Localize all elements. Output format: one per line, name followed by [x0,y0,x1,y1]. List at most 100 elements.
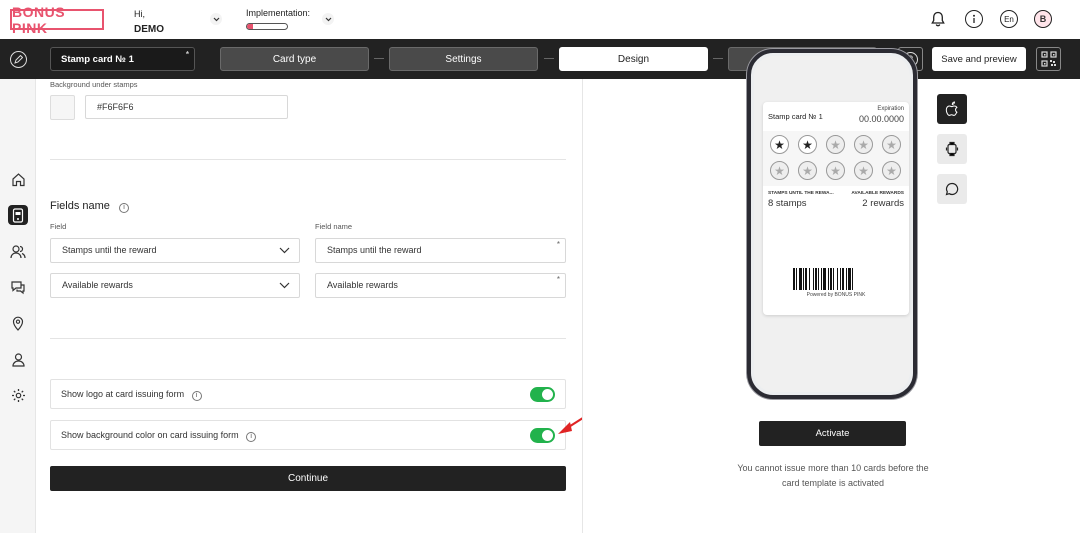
step-divider [544,58,554,59]
clients-icon[interactable] [8,241,28,261]
required-mark: * [556,275,560,284]
option-show-logo-label: Show logo at card issuing form i [61,389,202,401]
option-label-text: Show background color on card issuing fo… [61,430,239,440]
android-preview-button[interactable] [937,134,967,164]
bg-under-stamps-label: Background under stamps [50,80,138,89]
field-name-value: Stamps until the reward [327,245,422,255]
language-selector[interactable]: En [1000,10,1018,28]
implementation-progress-bar [246,23,288,30]
field2-value: 2 rewards [862,198,904,209]
card-name-value: Stamp card № 1 [61,54,134,65]
user-greeting: Hi, DEMO [134,8,164,36]
column-field-name-label: Field name [315,222,353,231]
tab-design[interactable]: Design [559,47,708,71]
bg-color-value: #F6F6F6 [97,102,134,112]
user-name: DEMO [134,24,164,35]
continue-button[interactable]: Continue [50,466,566,491]
apple-icon [945,101,958,116]
step-nav-bar: Stamp card № 1 * Card type Settings Desi… [0,39,1080,79]
step-divider [374,58,384,59]
implementation-label: Implementation: [246,8,311,18]
option-show-bg-color: Show background color on card issuing fo… [50,420,566,450]
stamp-filled-icon: ★ [798,135,817,154]
field1-value: 8 stamps [768,198,807,209]
info-icon[interactable]: i [246,431,257,442]
loyalty-cards-icon[interactable] [8,205,28,225]
chat-bubble-icon [945,182,959,196]
field-select-stamps[interactable]: Stamps until the reward [50,238,300,263]
activate-button[interactable]: Activate [759,421,906,446]
expiration-label: Expiration [877,106,904,112]
info-icon[interactable] [965,10,983,28]
expiration-value: 00.00.0000 [858,114,904,124]
stamp-empty-icon: ★ [826,161,845,180]
user-menu-chevron-icon[interactable] [210,13,222,25]
activation-note: You cannot issue more than 10 cards befo… [737,463,929,488]
chevron-down-icon [279,281,290,291]
card-name-input[interactable]: Stamp card № 1 * [50,47,195,71]
card-title: Stamp card № 1 [768,112,823,121]
stamp-empty-icon: ★ [882,135,901,154]
bg-color-input[interactable]: #F6F6F6 [85,95,288,119]
field-select-rewards[interactable]: Available rewards [50,273,300,298]
divider [50,338,566,339]
stamp-empty-icon: ★ [826,135,845,154]
powered-by-text: Powered by BONUS PINK [806,292,866,298]
required-mark: * [185,50,189,59]
info-icon[interactable]: i [191,390,202,401]
phone-screen: Stamp card № 1 Expiration 00.00.0000 ★ ★ ★… [754,56,910,392]
save-and-preview-button[interactable]: Save and preview [932,47,1026,71]
stamp-filled-icon: ★ [770,135,789,154]
implementation-status: Implementation: [246,8,311,30]
option-show-bg-color-label: Show background color on card issuing fo… [61,430,257,442]
card-preview-panel: Stamp card № 1 Expiration 00.00.0000 ★ ★ ★… [582,49,1080,533]
field1-label: STAMPS UNTIL THE REWA... [768,191,834,196]
field-name-value: Available rewards [327,280,398,290]
step-divider [713,58,723,59]
implementation-progress-fill [247,24,253,29]
fields-name-title: Fields name i [50,200,129,213]
stamp-empty-icon: ★ [882,161,901,180]
notification-preview-button[interactable] [937,174,967,204]
greeting-text: Hi, [134,9,145,19]
field-select-value: Available rewards [62,280,133,290]
messages-icon[interactable] [8,277,28,297]
qr-code-icon [1040,51,1057,67]
fields-name-title-text: Fields name [50,200,110,212]
chevron-down-icon [279,246,290,256]
phone-mockup: Stamp card № 1 Expiration 00.00.0000 ★ ★ ★… [747,49,917,399]
top-bar: BONUS PINK Hi, DEMO Implementation: En B [0,0,1080,39]
profile-icon[interactable] [8,349,28,369]
stamp-empty-icon: ★ [798,161,817,180]
info-icon[interactable]: i [118,202,129,213]
option-label-text: Show logo at card issuing form [61,389,185,399]
column-field-label: Field [50,222,67,231]
field-name-input-rewards[interactable]: Available rewards * [315,273,566,298]
field-select-value: Stamps until the reward [62,245,157,255]
qr-code-button[interactable] [1036,47,1061,71]
avatar[interactable]: B [1034,10,1052,28]
stamps-area: ★ ★ ★ ★ ★ ★ ★ ★ ★ ★ [763,131,909,186]
tab-settings[interactable]: Settings [389,47,538,71]
required-mark: * [556,240,560,249]
tab-card-type[interactable]: Card type [220,47,369,71]
edit-pencil-icon[interactable] [10,51,27,68]
apple-wallet-preview-button[interactable] [937,94,967,124]
stamp-empty-icon: ★ [854,161,873,180]
color-swatch[interactable] [50,95,75,120]
field-name-input-stamps[interactable]: Stamps until the reward * [315,238,566,263]
android-device-icon [945,141,959,157]
implementation-chevron-icon[interactable] [322,13,334,25]
home-icon[interactable] [8,169,28,189]
field2-label: AVAILABLE REWARDS [851,191,904,196]
location-pin-icon[interactable] [8,313,28,333]
stamp-empty-icon: ★ [854,135,873,154]
stamp-card-preview: Stamp card № 1 Expiration 00.00.0000 ★ ★ ★… [763,102,909,315]
gear-icon[interactable] [8,385,28,405]
divider [50,159,566,160]
brand-logo[interactable]: BONUS PINK [10,4,104,36]
design-form: Background under stamps #F6F6F6 Fields n… [36,79,582,533]
barcode-icon [793,268,853,290]
stamp-empty-icon: ★ [770,161,789,180]
bell-icon[interactable] [929,10,947,28]
